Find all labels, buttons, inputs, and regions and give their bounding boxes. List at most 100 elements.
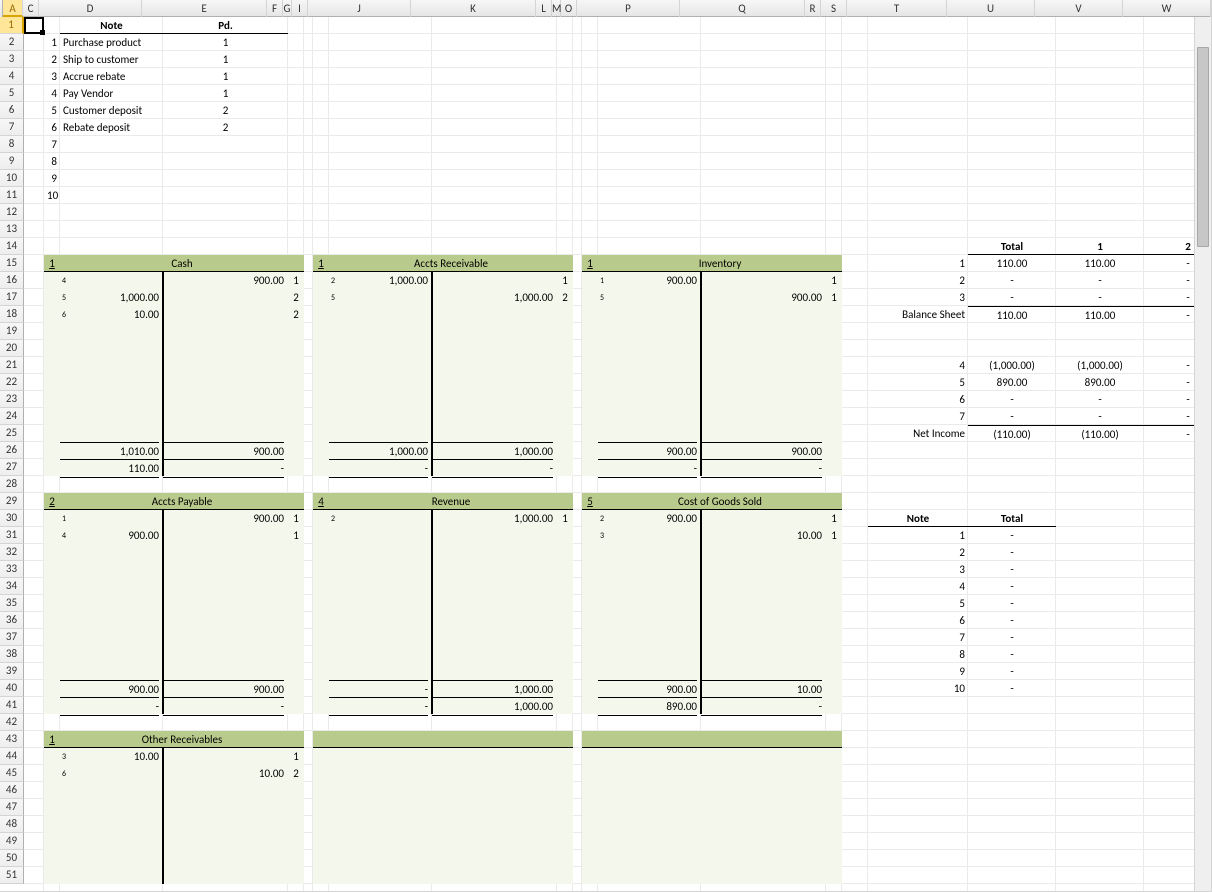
entry-value[interactable]: 1,000.00: [432, 289, 553, 306]
entry-value[interactable]: 1,000.00: [60, 289, 159, 306]
row-header-43[interactable]: 43: [0, 731, 24, 748]
net-right[interactable]: -: [701, 459, 822, 478]
sum-right[interactable]: 1,000.00: [432, 680, 553, 698]
row-header-30[interactable]: 30: [0, 510, 24, 527]
summary1-label[interactable]: 7: [868, 408, 968, 425]
summary1-label[interactable]: Balance Sheet: [868, 306, 968, 323]
summary2-value[interactable]: -: [968, 680, 1056, 697]
entry-period[interactable]: 2: [288, 289, 304, 306]
row-header-29[interactable]: 29: [0, 493, 24, 510]
sum-right[interactable]: 1,000.00: [432, 442, 553, 460]
column-header-P[interactable]: P: [577, 0, 680, 17]
column-header-A[interactable]: A: [3, 0, 23, 17]
entry-value[interactable]: 900.00: [60, 527, 159, 544]
row-header-50[interactable]: 50: [0, 850, 24, 867]
summary1-label[interactable]: 6: [868, 391, 968, 408]
select-all-corner[interactable]: [0, 0, 3, 17]
row-header-51[interactable]: 51: [0, 867, 24, 884]
row-header-19[interactable]: 19: [0, 323, 24, 340]
entry-value[interactable]: 1,000.00: [432, 510, 553, 527]
row-header-2[interactable]: 2: [0, 34, 24, 51]
row-header-26[interactable]: 26: [0, 442, 24, 459]
summary1-value[interactable]: -: [968, 272, 1056, 289]
row-header-33[interactable]: 33: [0, 561, 24, 578]
net-left[interactable]: -: [60, 697, 159, 716]
summary1-value[interactable]: 110.00: [1056, 255, 1144, 272]
row-header-37[interactable]: 37: [0, 629, 24, 646]
summary2-value[interactable]: -: [968, 561, 1056, 578]
row-header-7[interactable]: 7: [0, 119, 24, 136]
note-pd[interactable]: [163, 136, 288, 153]
note-num[interactable]: 9: [44, 170, 60, 187]
column-header-G[interactable]: G: [283, 0, 292, 17]
summary2-label[interactable]: 6: [868, 612, 968, 629]
entry-period[interactable]: 1: [826, 272, 842, 289]
note-num[interactable]: 5: [44, 102, 60, 119]
notes-header-pd[interactable]: Pd.: [163, 17, 288, 34]
summary2-label[interactable]: 5: [868, 595, 968, 612]
cell-grid[interactable]: NotePd.1Purchase product12Ship to custom…: [24, 17, 1212, 892]
scrollbar-thumb[interactable]: [1197, 47, 1209, 247]
row-header-18[interactable]: 18: [0, 306, 24, 323]
summary1-value[interactable]: 110.00: [968, 255, 1056, 272]
column-header-I[interactable]: I: [292, 0, 308, 17]
net-right[interactable]: -: [701, 697, 822, 716]
summary2-value[interactable]: -: [968, 544, 1056, 561]
entry-period[interactable]: 1: [826, 510, 842, 527]
row-header-8[interactable]: 8: [0, 136, 24, 153]
summary1-value[interactable]: (110.00): [968, 425, 1056, 442]
note-pd[interactable]: 1: [163, 51, 288, 68]
entry-period[interactable]: 2: [557, 289, 573, 306]
summary2-value[interactable]: -: [968, 595, 1056, 612]
row-header-36[interactable]: 36: [0, 612, 24, 629]
row-header-4[interactable]: 4: [0, 68, 24, 85]
summary1-value[interactable]: -: [1056, 391, 1144, 408]
row-header-35[interactable]: 35: [0, 595, 24, 612]
summary1-value[interactable]: (1,000.00): [1056, 357, 1144, 374]
row-header-47[interactable]: 47: [0, 799, 24, 816]
net-right[interactable]: -: [163, 459, 284, 478]
summary1-value[interactable]: 890.00: [968, 374, 1056, 391]
summary1-value[interactable]: -: [968, 408, 1056, 425]
summary1-value[interactable]: -: [1056, 408, 1144, 425]
row-header-25[interactable]: 25: [0, 425, 24, 442]
row-header-48[interactable]: 48: [0, 816, 24, 833]
entry-value[interactable]: 10.00: [701, 527, 822, 544]
sum-left[interactable]: 900.00: [598, 442, 697, 460]
summary2-label[interactable]: 7: [868, 629, 968, 646]
note-num[interactable]: 8: [44, 153, 60, 170]
note-pd[interactable]: [163, 170, 288, 187]
row-header-22[interactable]: 22: [0, 374, 24, 391]
column-header-Q[interactable]: Q: [680, 0, 805, 17]
sum-left[interactable]: 1,000.00: [329, 442, 428, 460]
summary1-value[interactable]: -: [968, 391, 1056, 408]
summary1-value[interactable]: 890.00: [1056, 374, 1144, 391]
row-header-12[interactable]: 12: [0, 204, 24, 221]
column-header-S[interactable]: S: [821, 0, 847, 17]
column-header-W[interactable]: W: [1123, 0, 1211, 17]
row-header-3[interactable]: 3: [0, 51, 24, 68]
note-num[interactable]: 7: [44, 136, 60, 153]
row-header-14[interactable]: 14: [0, 238, 24, 255]
note-pd[interactable]: [163, 187, 288, 204]
summary2-value[interactable]: -: [968, 578, 1056, 595]
entry-period[interactable]: 1: [288, 527, 304, 544]
note-pd[interactable]: 2: [163, 119, 288, 136]
summary1-label[interactable]: 4: [868, 357, 968, 374]
summary1-value[interactable]: (110.00): [1056, 425, 1144, 442]
summary1-value[interactable]: -: [968, 289, 1056, 306]
row-header-15[interactable]: 15: [0, 255, 24, 272]
notes-header-note[interactable]: Note: [60, 17, 163, 34]
entry-value[interactable]: 900.00: [163, 510, 284, 527]
row-header-46[interactable]: 46: [0, 782, 24, 799]
column-header-J[interactable]: J: [308, 0, 411, 17]
column-header-T[interactable]: T: [847, 0, 947, 17]
entry-period[interactable]: 1: [288, 272, 304, 289]
column-header-O[interactable]: O: [561, 0, 577, 17]
column-header-U[interactable]: U: [947, 0, 1035, 17]
sum-right[interactable]: 900.00: [701, 442, 822, 460]
row-header-45[interactable]: 45: [0, 765, 24, 782]
summary1-label[interactable]: 2: [868, 272, 968, 289]
row-header-24[interactable]: 24: [0, 408, 24, 425]
sum-left[interactable]: 900.00: [598, 680, 697, 698]
